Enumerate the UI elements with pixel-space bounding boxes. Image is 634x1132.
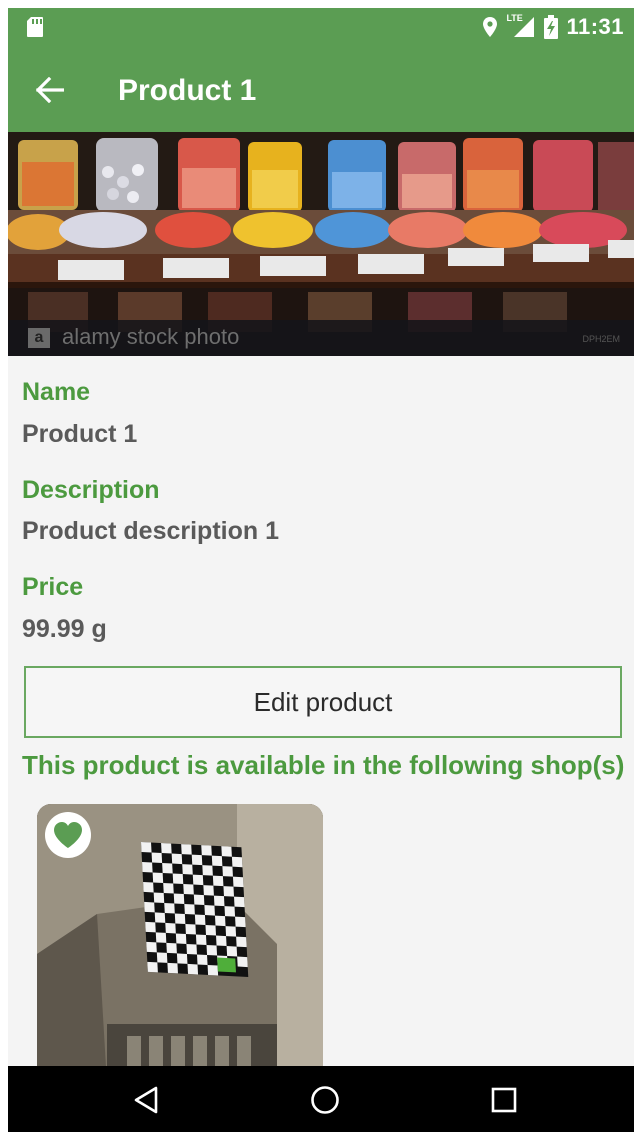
description-value: Product description 1	[22, 517, 279, 545]
price-value: 99.99 g	[22, 615, 107, 643]
watermark-logo: a	[28, 328, 50, 348]
status-bar: LTE 11:31	[8, 8, 634, 46]
home-circle-icon	[311, 1086, 339, 1114]
system-nav-bar	[8, 1066, 634, 1132]
nav-recents-button[interactable]	[484, 1080, 524, 1120]
app-frame: LTE 11:31 Product 1 a alamy stock photo …	[8, 8, 634, 1132]
status-time: 11:31	[566, 14, 624, 39]
signal-icon: LTE	[506, 13, 536, 39]
arrow-left-icon	[36, 77, 64, 103]
nav-home-button[interactable]	[305, 1080, 345, 1120]
back-button[interactable]	[28, 68, 72, 112]
description-label: Description	[22, 476, 160, 504]
nav-back-button[interactable]	[126, 1080, 166, 1120]
sd-card-icon	[27, 17, 43, 37]
back-triangle-icon	[134, 1086, 158, 1114]
battery-charging-icon	[544, 15, 559, 39]
product-image: a alamy stock photo DPH2EM	[8, 132, 634, 356]
name-label: Name	[22, 378, 91, 406]
shops-section-title: This product is available in the followi…	[22, 750, 625, 780]
favorite-button[interactable]	[45, 812, 91, 858]
heart-icon	[54, 822, 82, 848]
price-label: Price	[22, 573, 84, 601]
status-icons: LTE 11:31	[482, 13, 624, 40]
edit-product-button[interactable]: Edit product	[24, 666, 622, 738]
network-type-label: LTE	[506, 13, 523, 23]
name-value: Product 1	[22, 420, 138, 448]
image-code: DPH2EM	[582, 334, 620, 344]
shop-card[interactable]	[37, 804, 323, 1084]
page-title: Product 1	[118, 74, 257, 107]
recents-square-icon	[491, 1087, 517, 1113]
watermark-text: alamy stock photo	[62, 324, 240, 349]
app-bar: Product 1	[8, 46, 634, 132]
location-pin-icon	[483, 17, 498, 37]
